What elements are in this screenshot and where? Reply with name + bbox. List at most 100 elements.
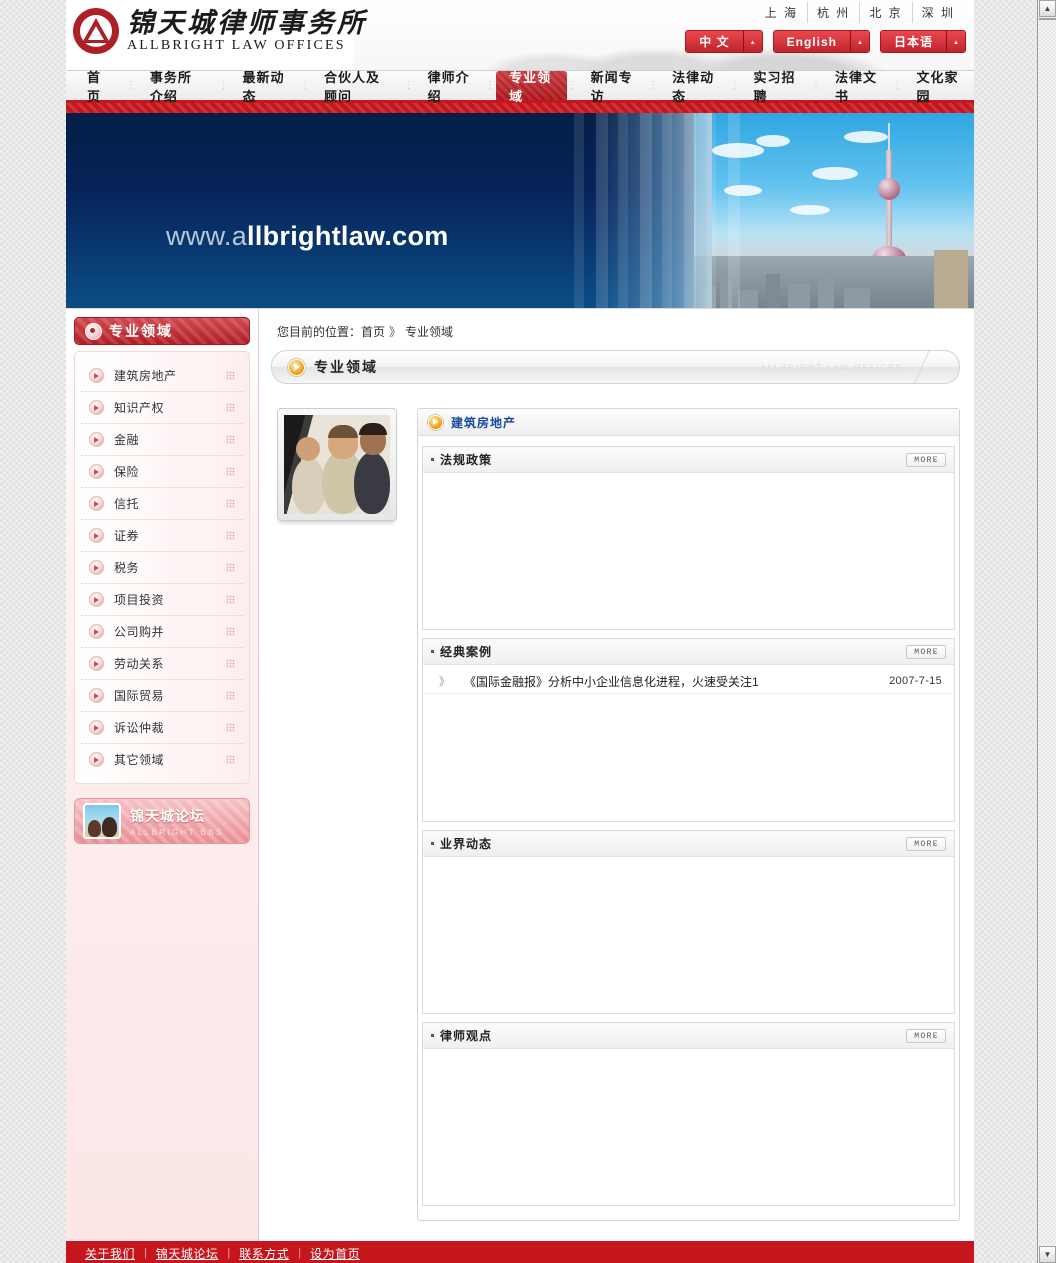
city-link-beijing[interactable]: 北 京 xyxy=(860,2,913,23)
nav-item-legal-updates[interactable]: 法律动态 xyxy=(659,70,729,104)
arrow-bullet-icon xyxy=(89,624,104,639)
arrow-bullet-icon xyxy=(89,560,104,575)
nav-item-interviews[interactable]: 新闻专访 xyxy=(578,70,648,104)
scrollbar-thumb[interactable] xyxy=(1039,18,1056,20)
language-button-english[interactable]: English ▴ xyxy=(772,30,870,53)
block-header: 律师观点 MORE xyxy=(423,1023,954,1049)
footer-link-about-us[interactable]: 关于我们 xyxy=(76,1245,144,1262)
cloud-shape xyxy=(844,131,888,143)
sidebar-item-label: 信托 xyxy=(114,497,140,511)
bbs-text-group: 锦天城论坛 ALLBRIGHT BBS xyxy=(130,806,224,837)
block-header: 经典案例 MORE xyxy=(423,639,954,665)
content-row: 建筑房地产 法规政策 MORE 经典案例 MORE 》 《国际金融报》分析中小企… xyxy=(271,408,960,1221)
nav-item-news[interactable]: 最新动态 xyxy=(230,70,300,104)
cloud-shape xyxy=(812,167,858,180)
cloud-shape xyxy=(756,135,790,147)
practice-area-panel-header: 建筑房地产 xyxy=(418,409,959,436)
dot-grid-icon xyxy=(226,531,235,540)
article-column: 建筑房地产 法规政策 MORE 经典案例 MORE 》 《国际金融报》分析中小企… xyxy=(417,408,960,1221)
nav-item-legal-documents[interactable]: 法律文书 xyxy=(822,70,892,104)
more-button[interactable]: MORE xyxy=(906,1028,946,1043)
person-body-left xyxy=(292,458,326,514)
nav-item-internship[interactable]: 实习招聘 xyxy=(741,70,811,104)
breadcrumb-prefix: 您目前的位置： xyxy=(277,325,362,339)
dot-grid-icon xyxy=(226,755,235,764)
footer-link-contact[interactable]: 联系方式 xyxy=(230,1245,298,1262)
sidebar-item-tax[interactable]: 税务 xyxy=(81,552,243,584)
list-item[interactable]: 》 《国际金融报》分析中小企业信息化进程，火速受关注1 2007-7-15 xyxy=(425,669,952,694)
language-button-chinese[interactable]: 中 文 ▴ xyxy=(685,30,763,53)
nav-separator xyxy=(811,71,822,100)
sidebar-item-litigation-arbitration[interactable]: 诉讼仲裁 xyxy=(81,712,243,744)
sidebar-item-trust[interactable]: 信托 xyxy=(81,488,243,520)
city-link-hangzhou[interactable]: 杭 州 xyxy=(808,2,861,23)
section-title-banner: 专业领域 ALLBRIGHT LAW OFFICES xyxy=(271,350,960,384)
dot-grid-icon xyxy=(226,435,235,444)
person-hair-right xyxy=(359,423,387,435)
sidebar-item-insurance[interactable]: 保险 xyxy=(81,456,243,488)
sidebar-item-label: 税务 xyxy=(114,561,140,575)
section-title: 专业领域 xyxy=(314,361,378,376)
nav-separator xyxy=(485,71,496,100)
footer-link-set-homepage[interactable]: 设为首页 xyxy=(301,1245,369,1262)
sidebar-item-international-trade[interactable]: 国际贸易 xyxy=(81,680,243,712)
dot-grid-icon xyxy=(226,403,235,412)
building-shape xyxy=(844,288,870,308)
browser-viewport: 锦天城律师事务所 ALLBRIGHT LAW OFFICES 上 海 杭 州 北… xyxy=(0,0,1037,1263)
site-logo[interactable]: 锦天城律师事务所 ALLBRIGHT LAW OFFICES xyxy=(73,8,367,54)
sidebar-item-label: 国际贸易 xyxy=(114,689,165,703)
city-link-shenzhen[interactable]: 深 圳 xyxy=(913,2,964,23)
footer-link-bbs[interactable]: 锦天城论坛 xyxy=(147,1245,228,1262)
vertical-scrollbar[interactable]: ▲ ▼ xyxy=(1037,0,1056,1263)
arrow-bullet-icon xyxy=(89,400,104,415)
scrollbar-track[interactable] xyxy=(1039,18,1056,1245)
language-switcher: 中 文 ▴ English ▴ 日本语 ▴ xyxy=(685,30,966,53)
sidebar-item-intellectual-property[interactable]: 知识产权 xyxy=(81,392,243,424)
square-bullet-icon xyxy=(431,842,434,845)
nav-item-partners[interactable]: 合伙人及顾问 xyxy=(311,70,404,104)
language-label-english: English xyxy=(773,31,851,52)
language-button-japanese[interactable]: 日本语 ▴ xyxy=(879,30,966,53)
nav-item-home[interactable]: 首 页 xyxy=(74,70,126,104)
section-banner-slash-decoration xyxy=(910,351,931,383)
sidebar-item-other-areas[interactable]: 其它领域 xyxy=(81,744,243,775)
sidebar: 专业领域 建筑房地产 知识产权 金融 保险 信托 证券 税务 项目投资 公司购并… xyxy=(66,309,259,1241)
allbright-logo-icon xyxy=(73,8,119,54)
scroll-up-button[interactable]: ▲ xyxy=(1039,0,1056,17)
nav-item-lawyers[interactable]: 律师介绍 xyxy=(415,70,485,104)
more-button[interactable]: MORE xyxy=(906,836,946,851)
sidebar-item-label: 知识产权 xyxy=(114,401,165,415)
block-regulations-policy: 法规政策 MORE xyxy=(422,446,955,630)
city-links: 上 海 杭 州 北 京 深 圳 xyxy=(756,2,964,23)
sidebar-item-securities[interactable]: 证券 xyxy=(81,520,243,552)
scroll-down-button[interactable]: ▼ xyxy=(1039,1246,1056,1263)
sidebar-item-project-investment[interactable]: 项目投资 xyxy=(81,584,243,616)
chevron-up-icon: ▴ xyxy=(947,31,965,52)
block-title: 业界动态 xyxy=(440,837,493,851)
practice-area-photo-frame xyxy=(277,408,397,521)
more-button[interactable]: MORE xyxy=(906,452,946,467)
nav-separator xyxy=(892,71,903,100)
sidebar-item-construction-realestate[interactable]: 建筑房地产 xyxy=(81,360,243,392)
list-item-title[interactable]: 《国际金融报》分析中小企业信息化进程，火速受关注1 xyxy=(464,673,759,690)
dot-grid-icon xyxy=(226,371,235,380)
block-header: 业界动态 MORE xyxy=(423,831,954,857)
banner-url-prefix: www.a xyxy=(166,221,248,251)
city-link-shanghai[interactable]: 上 海 xyxy=(756,2,808,23)
breadcrumb-current: 专业领域 xyxy=(405,325,454,339)
bbs-promo-banner[interactable]: 锦天城论坛 ALLBRIGHT BBS xyxy=(74,798,250,844)
nav-item-practice-areas[interactable]: 专业领域 xyxy=(496,70,566,104)
nav-item-about[interactable]: 事务所介绍 xyxy=(137,70,219,104)
banner-stripe-overlay xyxy=(564,113,744,308)
sidebar-item-finance[interactable]: 金融 xyxy=(81,424,243,456)
more-button[interactable]: MORE xyxy=(906,644,946,659)
block-list: 》 《国际金融报》分析中小企业信息化进程，火速受关注1 2007-7-15 xyxy=(423,665,954,821)
chevron-up-icon: ▴ xyxy=(850,31,869,52)
breadcrumb-home-link[interactable]: 首页 xyxy=(361,325,385,339)
sidebar-item-mergers-acquisitions[interactable]: 公司购并 xyxy=(81,616,243,648)
site-header: 锦天城律师事务所 ALLBRIGHT LAW OFFICES 上 海 杭 州 北… xyxy=(66,0,974,71)
sidebar-item-labor-relations[interactable]: 劳动关系 xyxy=(81,648,243,680)
square-bullet-icon xyxy=(431,1034,434,1037)
nav-item-culture[interactable]: 文化家园 xyxy=(903,70,973,104)
language-label-japanese: 日本语 xyxy=(880,31,947,52)
